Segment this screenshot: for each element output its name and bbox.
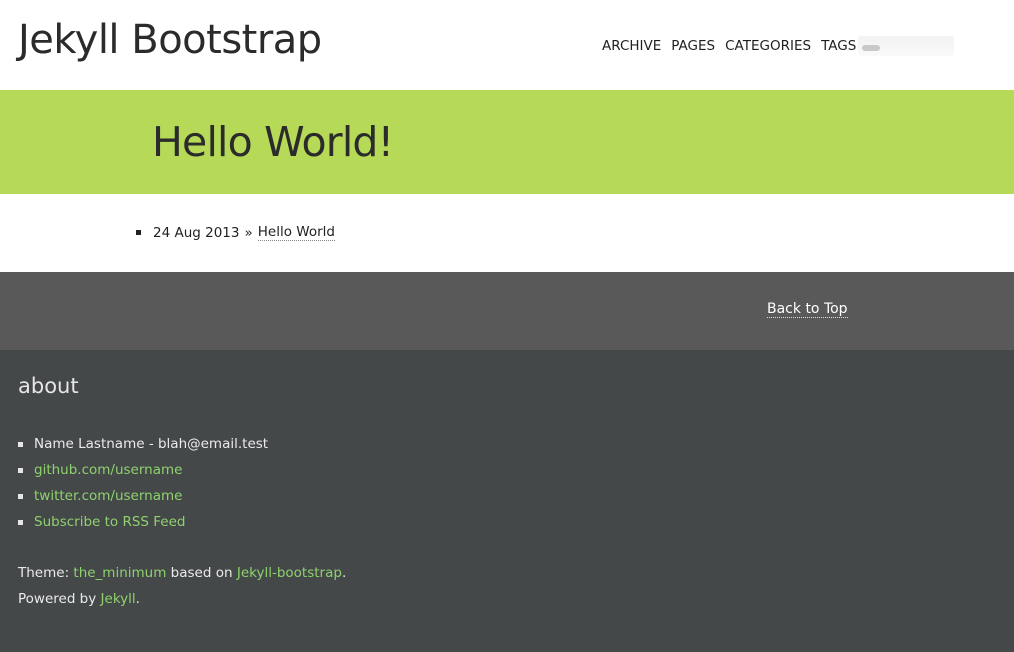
theme-line: Theme: the_minimum based on Jekyll-boots… — [18, 560, 346, 586]
footer-credits: Theme: the_minimum based on Jekyll-boots… — [18, 560, 346, 612]
bullet-icon — [136, 230, 141, 235]
bullet-icon — [18, 441, 23, 447]
list-item: Name Lastname - blah@email.test — [18, 431, 268, 457]
post-date: 24 Aug 2013 — [153, 224, 240, 241]
theme-link[interactable]: the_minimum — [73, 565, 166, 581]
nav-archive[interactable]: ARCHIVE — [602, 38, 661, 54]
site-title-link[interactable]: Jekyll Bootstrap — [18, 14, 322, 66]
post-separator: » — [244, 224, 253, 241]
powered-line: Powered by Jekyll. — [18, 586, 346, 612]
rss-feed-link[interactable]: Subscribe to RSS Feed — [34, 514, 185, 530]
site-footer: about Name Lastname - blah@email.test gi… — [0, 350, 1014, 652]
page-title-banner: Hello World! — [0, 90, 1014, 194]
jekyll-link[interactable]: Jekyll — [101, 591, 136, 607]
list-item: github.com/username — [18, 457, 268, 483]
bullet-icon — [18, 467, 23, 473]
bullet-icon — [18, 493, 23, 499]
powered-suffix: . — [135, 591, 140, 607]
list-item: Subscribe to RSS Feed — [18, 509, 268, 535]
twitter-link[interactable]: twitter.com/username — [34, 488, 182, 504]
search-input[interactable] — [858, 36, 954, 56]
site-header: Jekyll Bootstrap ARCHIVE PAGES CATEGORIE… — [0, 0, 1014, 90]
post-list: 24 Aug 2013 » Hello World — [136, 224, 335, 241]
powered-prefix: Powered by — [18, 591, 101, 607]
list-item: twitter.com/username — [18, 483, 268, 509]
author-contact: Name Lastname - blah@email.test — [34, 436, 269, 452]
about-list: Name Lastname - blah@email.test github.c… — [18, 431, 268, 535]
post-list-section: 24 Aug 2013 » Hello World — [0, 194, 1014, 272]
nav-tags[interactable]: TAGS — [821, 38, 856, 54]
footer-heading: about — [18, 374, 79, 398]
search-indicator — [862, 45, 880, 51]
nav-pages[interactable]: PAGES — [671, 38, 715, 54]
jekyll-bootstrap-link[interactable]: Jekyll-bootstrap — [237, 565, 342, 581]
main-nav: ARCHIVE PAGES CATEGORIES TAGS — [602, 38, 856, 54]
back-to-top-bar: Back to Top — [0, 272, 1014, 350]
theme-mid: based on — [166, 565, 237, 581]
page-title: Hello World! — [152, 118, 394, 166]
theme-suffix: . — [341, 565, 347, 581]
bullet-icon — [18, 519, 23, 525]
github-link[interactable]: github.com/username — [34, 462, 182, 478]
list-item: 24 Aug 2013 » Hello World — [136, 224, 335, 241]
back-to-top-link[interactable]: Back to Top — [767, 301, 848, 318]
theme-prefix: Theme: — [18, 565, 74, 581]
nav-categories[interactable]: CATEGORIES — [725, 38, 811, 54]
post-title-link[interactable]: Hello World — [257, 224, 335, 241]
